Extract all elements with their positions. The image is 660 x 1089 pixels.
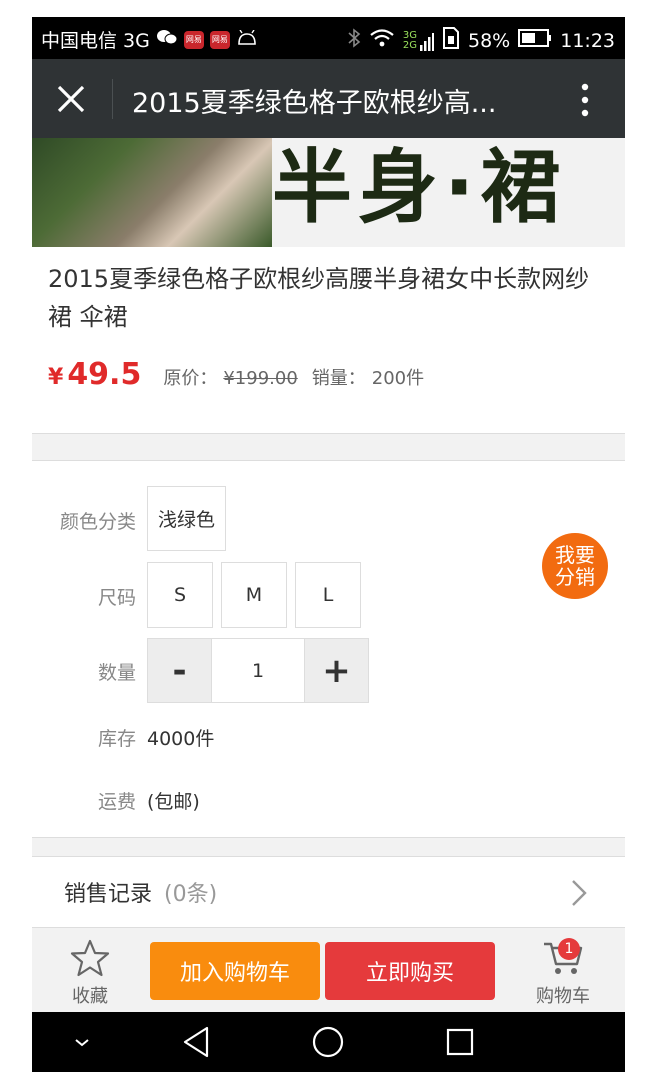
close-icon[interactable] bbox=[52, 80, 90, 118]
phone-screen: 中国电信 3G 网易 网易 3G 2G 58% 11:23 2015夏季绿色格子… bbox=[32, 17, 625, 1072]
product-banner-image: 半身·裙 bbox=[32, 138, 625, 247]
stock-value: 4000件 bbox=[147, 728, 215, 750]
battery-percent: 58% bbox=[468, 29, 511, 52]
star-icon bbox=[70, 939, 110, 982]
app-title-bar: 2015夏季绿色格子欧根纱高... bbox=[32, 59, 625, 138]
cart-button[interactable]: 1 购物车 bbox=[530, 936, 596, 1008]
banner-text: 半身·裙 bbox=[272, 141, 567, 234]
netease-app-icon-2: 网易 bbox=[209, 30, 230, 49]
chevron-right-icon bbox=[571, 879, 587, 907]
carrier-text: 中国电信 3G bbox=[41, 30, 150, 52]
distribute-button[interactable]: 我要分销 bbox=[542, 533, 608, 599]
size-option-l[interactable]: L bbox=[295, 562, 361, 628]
cart-label: 购物车 bbox=[536, 986, 590, 1007]
sim-icon bbox=[442, 26, 460, 55]
sales-value: 200件 bbox=[371, 368, 425, 389]
size-option-m[interactable]: M bbox=[221, 562, 287, 628]
battery-icon bbox=[518, 28, 552, 53]
more-menu-icon[interactable] bbox=[575, 81, 595, 119]
wechat-icon bbox=[156, 28, 178, 51]
original-price: ¥199.00 bbox=[223, 368, 298, 389]
bottom-action-bar: 收藏 加入购物车 立即购买 1 购物车 bbox=[32, 927, 625, 1012]
section-divider bbox=[32, 433, 625, 461]
system-nav-bar bbox=[32, 1012, 625, 1072]
buy-now-button[interactable]: 立即购买 bbox=[325, 942, 495, 1000]
cart-count-badge: 1 bbox=[558, 938, 580, 960]
product-title: 2015夏季绿色格子欧根纱高腰半身裙女中长款网纱裙 伞裙 bbox=[48, 265, 590, 331]
quantity-increase-button[interactable]: + bbox=[304, 638, 369, 703]
color-option-light-green[interactable]: 浅绿色 bbox=[147, 486, 226, 551]
wifi-icon bbox=[369, 28, 395, 53]
product-photo bbox=[32, 138, 272, 247]
netease-app-icon: 网易 bbox=[183, 30, 204, 49]
status-bar: 中国电信 3G 网易 网易 3G 2G 58% 11:23 bbox=[32, 17, 625, 59]
original-price-label: 原价： bbox=[163, 368, 218, 389]
title-divider bbox=[112, 79, 113, 119]
size-label: 尺码 bbox=[97, 587, 136, 609]
product-price: 49.5 bbox=[67, 357, 142, 392]
section-divider-2 bbox=[32, 837, 625, 857]
quantity-input[interactable]: 1 bbox=[211, 638, 305, 703]
sales-record-count: (0条) bbox=[164, 882, 218, 907]
sales-record-label: 销售记录 bbox=[64, 882, 153, 907]
shipping-value: (包邮) bbox=[147, 791, 200, 813]
sales-record-row[interactable]: 销售记录 (0条) bbox=[32, 857, 625, 927]
recent-apps-icon[interactable] bbox=[440, 1022, 480, 1062]
size-option-s[interactable]: S bbox=[147, 562, 213, 628]
quantity-decrease-button[interactable]: - bbox=[147, 638, 212, 703]
color-label: 颜色分类 bbox=[59, 511, 136, 533]
signal-icon: 3G 2G bbox=[403, 30, 434, 51]
back-icon[interactable] bbox=[177, 1022, 217, 1062]
shipping-label: 运费 bbox=[97, 791, 136, 813]
hide-keyboard-icon[interactable] bbox=[62, 1022, 102, 1062]
home-icon[interactable] bbox=[308, 1022, 348, 1062]
clock: 11:23 bbox=[560, 29, 615, 52]
cart-icon bbox=[541, 942, 585, 982]
quantity-label: 数量 bbox=[97, 662, 136, 684]
stock-label: 库存 bbox=[97, 728, 136, 750]
bluetooth-icon bbox=[347, 28, 361, 53]
favorite-button[interactable]: 收藏 bbox=[60, 938, 120, 1008]
page-title: 2015夏季绿色格子欧根纱高... bbox=[132, 88, 497, 119]
favorite-label: 收藏 bbox=[72, 986, 108, 1007]
sales-label: 销量： bbox=[311, 368, 366, 389]
add-to-cart-button[interactable]: 加入购物车 bbox=[150, 942, 320, 1000]
android-icon bbox=[236, 29, 258, 51]
distribute-button-label: 我要分销 bbox=[555, 543, 595, 589]
price-row: ¥ 49.5 原价： ¥199.00 销量： 200件 bbox=[48, 357, 424, 392]
currency-symbol: ¥ bbox=[48, 365, 64, 390]
